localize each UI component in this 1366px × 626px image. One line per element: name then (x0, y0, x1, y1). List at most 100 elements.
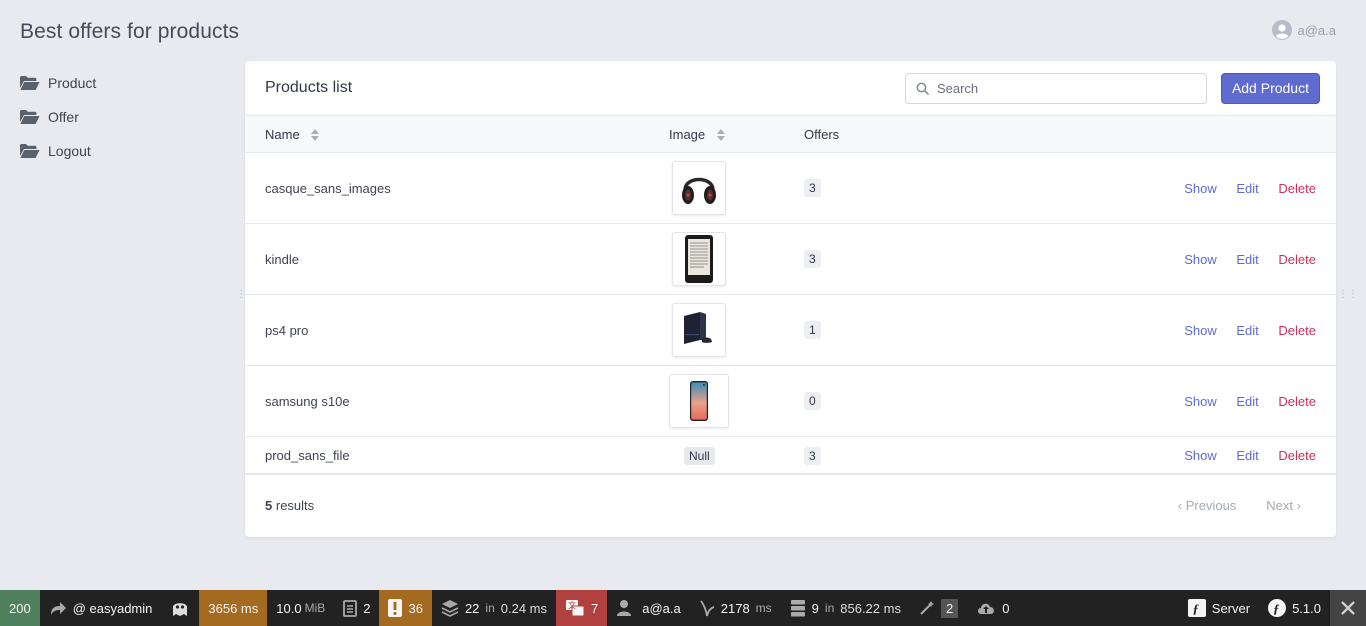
column-header-actions (1104, 116, 1336, 153)
edit-button[interactable]: Edit (1236, 394, 1258, 409)
column-label: Offers (804, 126, 840, 142)
previous-label: Previous (1185, 498, 1237, 513)
page-title: Products list (265, 79, 353, 96)
table-row: kindle 3 Show Edit Delete (245, 224, 1336, 295)
add-product-button[interactable]: Add Product (1220, 72, 1320, 104)
sidebar-item-product[interactable]: Product (20, 66, 220, 100)
search-box[interactable] (904, 72, 1207, 104)
toolbar-translations[interactable]: 文 7 (556, 590, 608, 626)
toolbar-route[interactable]: @ easyadmin (40, 590, 162, 626)
toolbar-twig[interactable]: 2178 ms (690, 590, 781, 626)
toolbar-server[interactable]: ƒ Server (1179, 590, 1259, 626)
sort-icon (311, 129, 320, 142)
toolbar-forms[interactable]: 2 (910, 590, 967, 626)
results-label: results (275, 498, 315, 513)
sort-icon (716, 129, 725, 142)
delete-button[interactable]: Delete (1278, 394, 1316, 409)
toolbar-close-button[interactable] (1330, 590, 1366, 626)
edit-button[interactable]: Edit (1236, 448, 1258, 463)
panel-footer: 5 results ‹ Previous Next › (245, 473, 1336, 537)
toolbar-time[interactable]: 3656 ms (199, 590, 268, 626)
product-name: casque_sans_images (265, 180, 391, 196)
previous-page-button[interactable]: ‹ Previous (1178, 498, 1237, 513)
edit-button[interactable]: Edit (1236, 181, 1258, 196)
column-header-image[interactable]: Image (669, 116, 804, 153)
search-icon (916, 82, 929, 95)
resize-handle-right[interactable]: ⋮⋮ (1338, 290, 1358, 305)
show-button[interactable]: Show (1184, 394, 1217, 409)
edit-button[interactable]: Edit (1236, 252, 1258, 267)
toolbar-symfony-version[interactable]: ƒ 5.1.0 (1259, 590, 1330, 626)
svg-text:ƒ: ƒ (1273, 601, 1280, 616)
sidebar-item-label: Logout (48, 143, 91, 159)
toolbar-database[interactable]: 9 in 856.22 ms (781, 590, 910, 626)
forms-count: 2 (940, 598, 959, 618)
db-time: 856.22 ms (840, 600, 901, 616)
status-code: 200 (9, 600, 31, 616)
toolbar-user[interactable]: a@a.a (607, 590, 690, 626)
user-menu[interactable]: a@a.a (1271, 20, 1336, 40)
show-button[interactable]: Show (1184, 323, 1217, 338)
magic-wand-icon (920, 601, 934, 615)
toolbar-cache[interactable]: 22 in 0.24 ms (432, 590, 556, 626)
delete-button[interactable]: Delete (1278, 181, 1316, 196)
symfony-version: 5.1.0 (1292, 600, 1321, 616)
warnings-count: 36 (408, 600, 423, 616)
cache-calls: 22 (464, 600, 480, 616)
app-brand-title[interactable]: Best offers for products (20, 20, 239, 44)
translations-count: 7 (591, 600, 599, 616)
table-header-row: Name Image Offers (245, 115, 1336, 153)
svg-text:ƒ: ƒ (1192, 601, 1199, 616)
smartphone-image (690, 381, 708, 421)
toolbar-ghost[interactable] (161, 590, 199, 626)
table-row: prod_sans_file Null 3 Show Edit Delete (245, 437, 1336, 475)
column-header-offers: Offers (804, 116, 1104, 153)
table-row: casque_sans_images 3 Show Edit Delete (245, 153, 1336, 224)
offers-count-badge: 3 (804, 446, 821, 465)
product-image-kindle[interactable] (672, 232, 726, 286)
symfony-logo-icon: ƒ (1187, 599, 1206, 617)
user-avatar-icon (1271, 20, 1292, 40)
toolbar-warnings[interactable]: 36 (379, 590, 432, 626)
folder-open-icon (20, 76, 40, 90)
product-name: ps4 pro (265, 322, 309, 338)
delete-button[interactable]: Delete (1278, 448, 1316, 463)
close-icon (1341, 601, 1355, 615)
twig-time: 2178 (720, 600, 750, 616)
chevron-left-icon: ‹ (1177, 498, 1183, 513)
toolbar-uploads[interactable]: 0 (967, 590, 1018, 626)
show-button[interactable]: Show (1184, 448, 1217, 463)
sidebar-item-offer[interactable]: Offer (20, 100, 220, 134)
next-page-button[interactable]: Next › (1266, 498, 1301, 513)
cache-time: 0.24 ms (500, 600, 548, 616)
search-input[interactable] (936, 80, 1187, 96)
memory-value: 10.0 (276, 600, 302, 616)
null-image-badge: Null (684, 447, 715, 465)
delete-button[interactable]: Delete (1278, 323, 1316, 338)
sidebar: Product Offer Logout (20, 66, 220, 168)
symfony-debug-toolbar: 200 @ easyadmin 3656 ms 10.0 MiB 2 36 22… (0, 590, 1366, 626)
memory-unit: MiB (304, 601, 326, 615)
toolbar-memory[interactable]: 10.0 MiB (267, 590, 334, 626)
delete-button[interactable]: Delete (1278, 252, 1316, 267)
sidebar-item-label: Product (48, 75, 97, 91)
show-button[interactable]: Show (1184, 181, 1217, 196)
product-image-phone[interactable] (669, 374, 729, 428)
column-header-name[interactable]: Name (245, 116, 669, 153)
clipboard-icon (343, 600, 358, 617)
resize-handle-left[interactable]: ⋮⋮ (236, 290, 256, 305)
offers-count-badge: 1 (804, 321, 821, 339)
offers-count-badge: 3 (804, 250, 821, 268)
toolbar-logs[interactable]: 2 (334, 590, 379, 626)
product-image-headphones[interactable] (672, 161, 726, 215)
edit-button[interactable]: Edit (1236, 323, 1258, 338)
next-label: Next (1266, 498, 1294, 513)
database-icon (790, 600, 805, 617)
redirect-arrow-icon (50, 602, 66, 615)
show-button[interactable]: Show (1184, 252, 1217, 267)
product-image-ps4[interactable] (672, 303, 726, 357)
toolbar-status-code[interactable]: 200 (0, 590, 40, 626)
sidebar-item-logout[interactable]: Logout (20, 134, 220, 168)
product-name: kindle (265, 251, 299, 267)
cloud-upload-icon (978, 603, 995, 614)
